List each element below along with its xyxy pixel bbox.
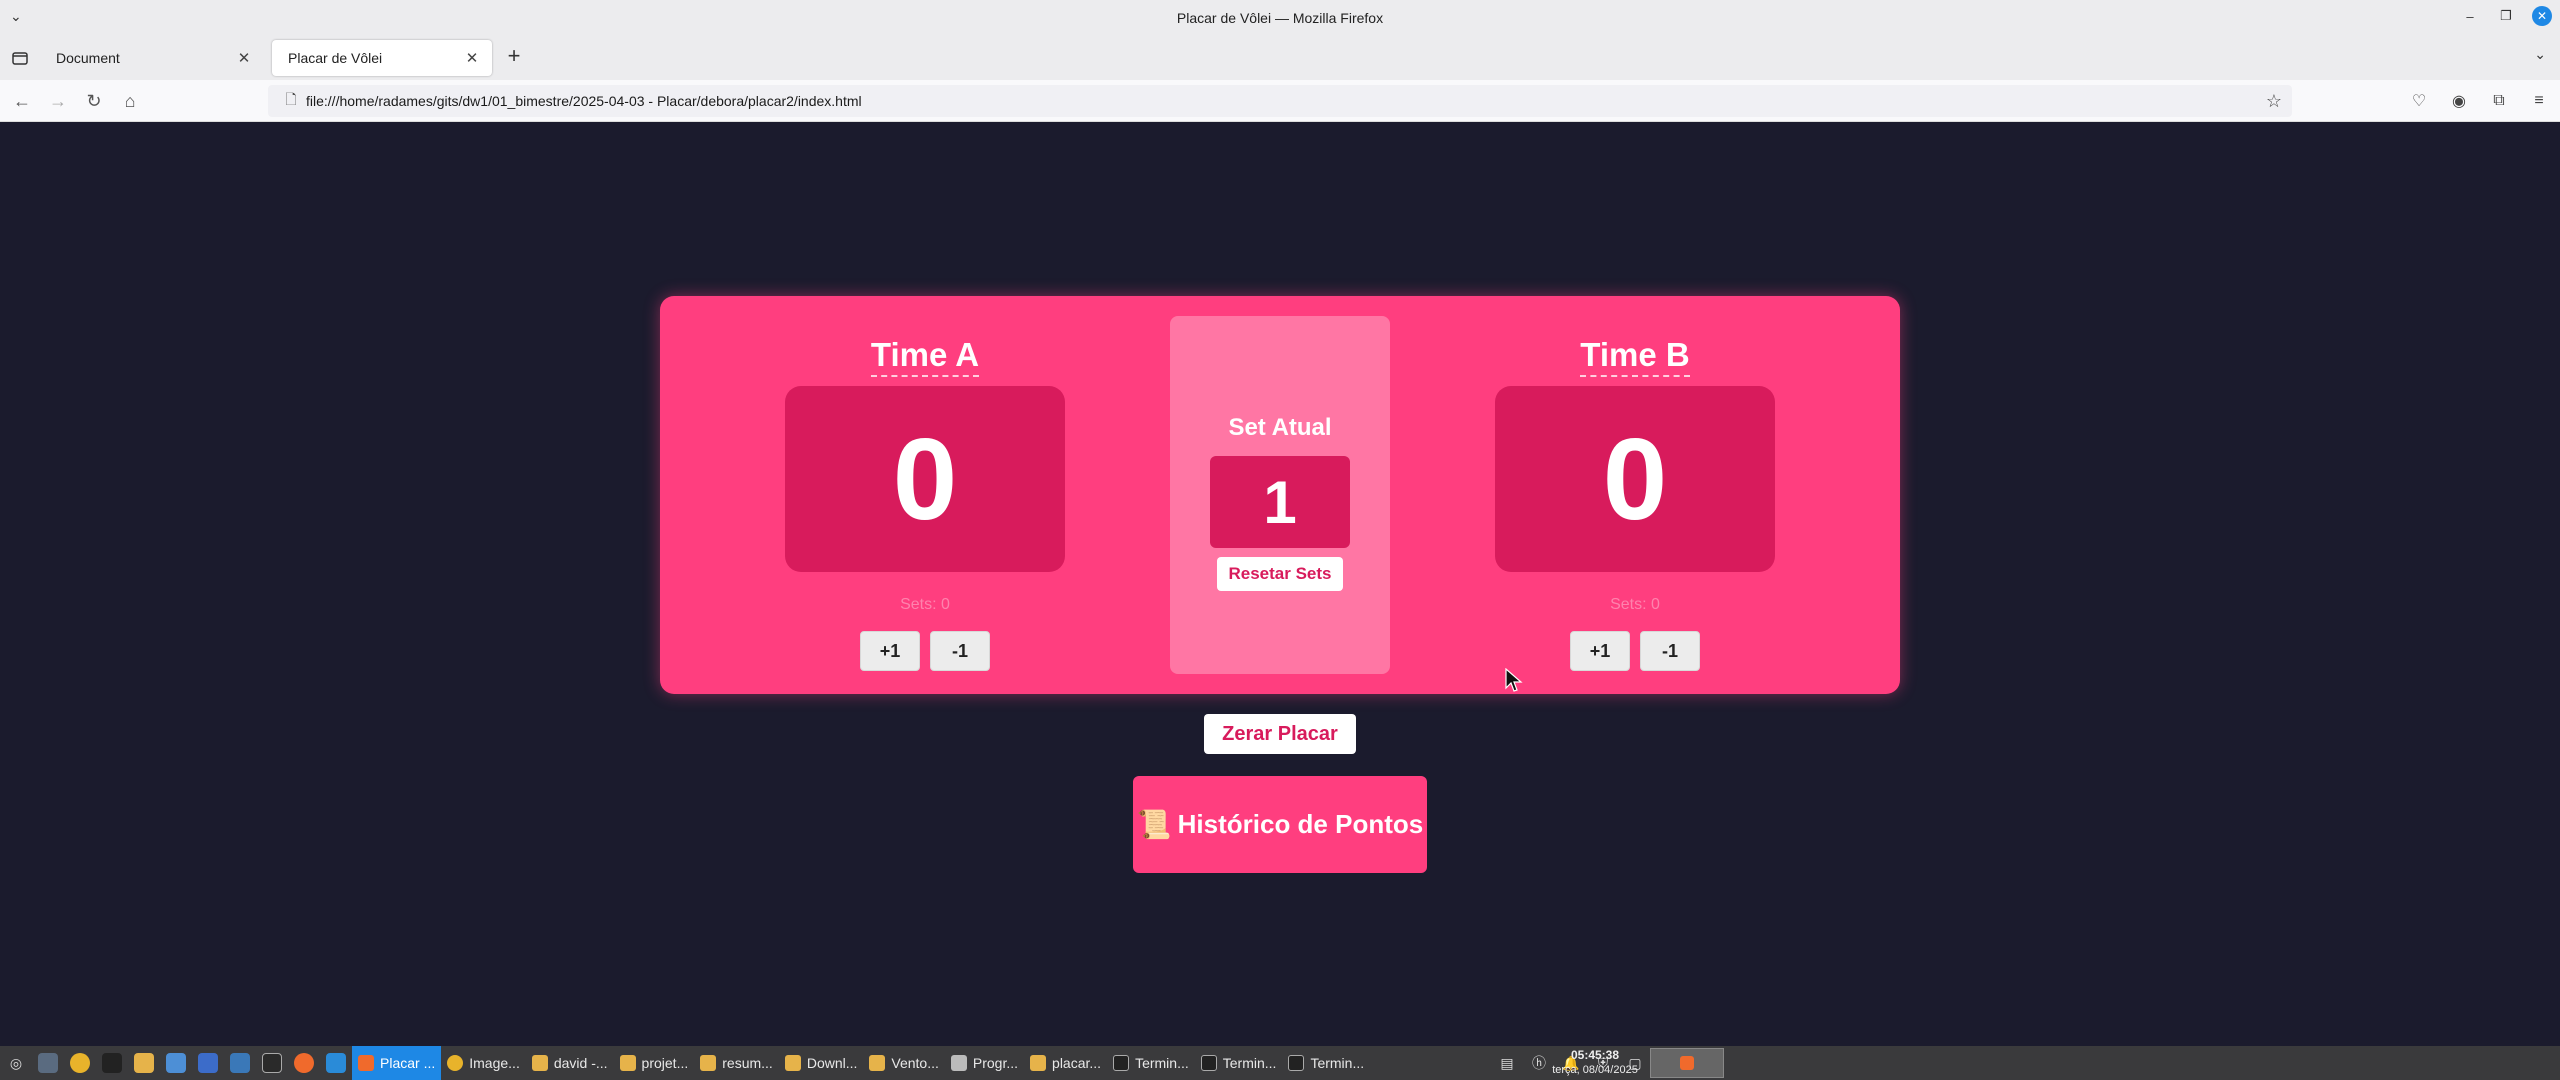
folder-icon <box>869 1055 886 1071</box>
files-launcher-icon[interactable] <box>128 1046 160 1080</box>
taskbar: ◎ Placar ... Image... david -... projet.… <box>0 1046 2560 1080</box>
team-a-score-box: 0 <box>785 386 1065 572</box>
team-a-minus-button[interactable]: -1 <box>930 631 990 671</box>
team-a-sets: Sets: 0 <box>900 596 950 613</box>
tab-list-icon[interactable] <box>10 48 30 68</box>
list-all-tabs-chevron-icon[interactable]: ⌄ <box>2534 46 2546 63</box>
clock[interactable]: 05:45:38 terça, 08/04/2025 <box>1540 1048 1650 1078</box>
tab-placar[interactable]: Placar de Vôlei ✕ <box>272 40 492 76</box>
reset-score-button[interactable]: Zerar Placar <box>1204 714 1356 754</box>
toolbar-right: ♡ ◉ ⧉ ≡ <box>2408 90 2550 112</box>
history-button[interactable]: 📜 Histórico de Pontos <box>1133 776 1427 873</box>
taskbar-task[interactable]: resum... <box>694 1046 779 1080</box>
team-b-score: 0 <box>1602 414 1668 544</box>
firefox-icon <box>1680 1056 1694 1070</box>
team-b-buttons: +1 -1 <box>1495 631 1775 671</box>
terminal-icon <box>1288 1055 1305 1071</box>
team-a-panel: Time A 0 Sets: 0 +1 -1 <box>785 296 1065 694</box>
clock-date: terça, 08/04/2025 <box>1552 1064 1638 1076</box>
url-bar[interactable]: 🗋 file:///home/radames/gits/dw1/01_bimes… <box>268 85 2292 117</box>
taskbar-task[interactable]: Image... <box>441 1046 526 1080</box>
chrome-icon <box>447 1055 464 1071</box>
window-title: Placar de Vôlei — Mozilla Firefox <box>1176 10 1384 26</box>
terminal-icon <box>1200 1055 1217 1071</box>
start-menu-icon[interactable]: ◎ <box>0 1046 32 1080</box>
team-a-buttons: +1 -1 <box>785 631 1065 671</box>
back-icon[interactable]: ← <box>10 89 34 113</box>
mouse-cursor-icon <box>1505 668 1523 692</box>
forward-icon[interactable]: → <box>46 89 70 113</box>
taskbar-task[interactable]: Progr... <box>945 1046 1024 1080</box>
home-icon[interactable]: ⌂ <box>118 89 142 113</box>
tab-label: Document <box>56 50 120 66</box>
vscode-launcher-icon[interactable] <box>320 1046 352 1080</box>
taskbar-task[interactable]: Termin... <box>1195 1046 1283 1080</box>
chrome-launcher-icon[interactable] <box>64 1046 96 1080</box>
cpu-monitor-icon[interactable]: ▤ <box>1494 1050 1520 1076</box>
scoreboard: Time A 0 Sets: 0 +1 -1 Set Atual 1 Reset… <box>660 296 1900 694</box>
window-menu-chevron-icon[interactable]: ⌄ <box>10 8 28 26</box>
firefox-icon <box>358 1055 374 1071</box>
team-b-sets: Sets: 0 <box>1610 596 1660 613</box>
window-icon <box>950 1055 967 1071</box>
terminal-launcher-icon[interactable] <box>96 1046 128 1080</box>
team-b-name[interactable]: Time B <box>1495 336 1775 377</box>
tab-label: Placar de Vôlei <box>288 50 383 66</box>
close-tab-icon[interactable]: ✕ <box>464 49 480 67</box>
set-panel: Set Atual 1 Resetar Sets <box>1170 316 1390 674</box>
set-title: Set Atual <box>1228 414 1332 441</box>
clock-time: 05:45:38 <box>1570 1048 1620 1062</box>
scroll-icon: 📜 <box>1136 809 1172 840</box>
network-launcher-icon[interactable] <box>224 1046 256 1080</box>
team-b-plus-button[interactable]: +1 <box>1570 631 1630 671</box>
taskbar-task[interactable]: projet... <box>614 1046 695 1080</box>
reset-sets-button[interactable]: Resetar Sets <box>1217 557 1343 591</box>
team-a-name[interactable]: Time A <box>785 336 1065 377</box>
team-b-panel: Time B 0 Sets: 0 +1 -1 <box>1495 296 1775 694</box>
navigation-bar: ← → ↻ ⌂ 🗋 file:///home/radames/gits/dw1/… <box>0 80 2560 122</box>
folder-icon <box>531 1055 548 1071</box>
folder-icon <box>700 1055 717 1071</box>
taskbar-task[interactable]: Termin... <box>1282 1046 1370 1080</box>
current-set-value: 1 <box>1210 456 1350 548</box>
team-a-plus-button[interactable]: +1 <box>860 631 920 671</box>
screenshot-launcher-icon[interactable] <box>160 1046 192 1080</box>
minimize-icon[interactable]: – <box>2460 6 2480 26</box>
taskbar-task[interactable]: Downl... <box>779 1046 864 1080</box>
terminal-icon <box>1113 1055 1130 1071</box>
new-tab-button[interactable]: + <box>502 43 526 68</box>
folder-icon <box>784 1055 801 1071</box>
firefox-launcher-icon[interactable] <box>288 1046 320 1080</box>
team-a-score: 0 <box>892 414 958 544</box>
folder-icon <box>619 1055 636 1071</box>
bookmark-star-icon[interactable]: ☆ <box>2266 91 2282 112</box>
team-b-score-box: 0 <box>1495 386 1775 572</box>
history-label: Histórico de Pontos <box>1177 809 1424 839</box>
vim-launcher-icon[interactable] <box>256 1046 288 1080</box>
folder-icon <box>1030 1055 1047 1071</box>
taskbar-task[interactable]: placar... <box>1024 1046 1107 1080</box>
tab-strip: Document ✕ Placar de Vôlei ✕ <box>0 36 2560 80</box>
team-b-minus-button[interactable]: -1 <box>1640 631 1700 671</box>
workspace-preview[interactable] <box>1650 1048 1724 1078</box>
tab-document[interactable]: Document ✕ <box>40 40 264 76</box>
pocket-icon[interactable]: ♡ <box>2408 90 2430 112</box>
taskbar-task[interactable]: Vento... <box>863 1046 944 1080</box>
close-window-icon[interactable]: ✕ <box>2532 6 2552 26</box>
taskbar-task[interactable]: Termin... <box>1107 1046 1195 1080</box>
reload-icon[interactable]: ↻ <box>82 89 106 113</box>
url-text[interactable]: file:///home/radames/gits/dw1/01_bimestr… <box>306 93 862 109</box>
menu-icon[interactable]: ≡ <box>2528 90 2550 112</box>
taskbar-task[interactable]: Placar ... <box>352 1046 442 1080</box>
account-icon[interactable]: ◉ <box>2448 90 2470 112</box>
taskbar-task[interactable]: david -... <box>526 1046 614 1080</box>
window-controls: – ❐ ✕ <box>2460 6 2552 26</box>
window-titlebar: ⌄ Placar de Vôlei — Mozilla Firefox – ❐ … <box>0 0 2560 36</box>
extensions-icon[interactable]: ⧉ <box>2488 90 2510 112</box>
restore-icon[interactable]: ❐ <box>2496 6 2516 26</box>
close-tab-icon[interactable]: ✕ <box>236 49 252 67</box>
shield-launcher-icon[interactable] <box>192 1046 224 1080</box>
show-desktop-icon[interactable] <box>32 1046 64 1080</box>
page-icon: 🗋 <box>285 91 297 107</box>
